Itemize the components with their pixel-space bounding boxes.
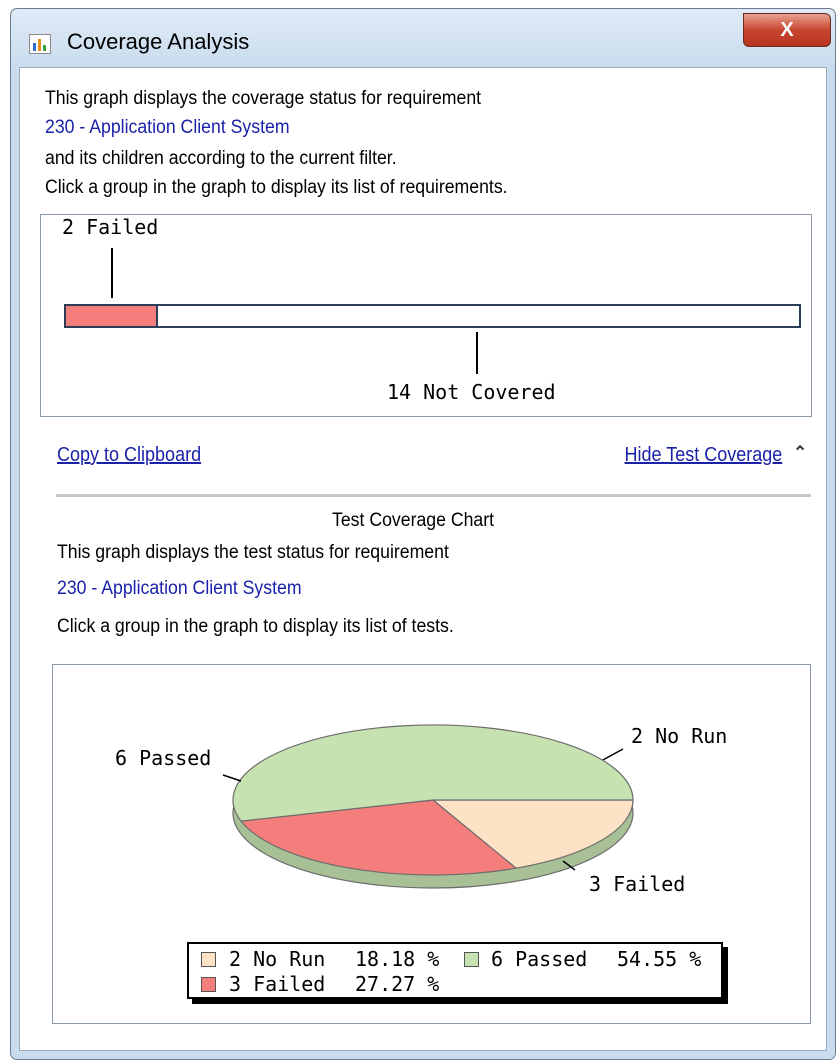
test-requirement-link[interactable]: 230 - Application Client System: [57, 578, 302, 600]
coverage-bar[interactable]: [64, 304, 801, 328]
test-chart-instruction-line: Click a group in the graph to display it…: [57, 616, 454, 637]
failed-bar-label: 2 Failed: [62, 215, 159, 239]
test-chart-heading: Test Coverage Chart: [332, 510, 495, 531]
failed-segment[interactable]: [66, 306, 158, 326]
coverage-bar-graph: 2 Failed 14 Not Covered: [40, 214, 812, 417]
pie-slice-label: 3 Failed: [589, 872, 685, 896]
chart-legend: 2 No Run 18.18 % 6 Passed 54.55 % 3 Fail…: [187, 942, 723, 999]
legend-no-run-percent: 18.18 %: [355, 947, 440, 971]
legend-failed-label: 3 Failed: [229, 972, 326, 996]
legend-no-run-label: 2 No Run: [229, 947, 326, 971]
pie-slice-label: 2 No Run: [631, 724, 727, 748]
pie-label-leader: [600, 748, 624, 762]
section-divider: [56, 494, 811, 497]
test-coverage-pie-chart: 2 No Run 3 Failed 6 Passed 2 No Run 18.18 …: [52, 664, 811, 1024]
failed-leader-line: [111, 248, 113, 298]
not-covered-bar-label: 14 Not Covered: [387, 380, 556, 404]
coverage-instruction-line: Click a group in the graph to display it…: [45, 177, 508, 198]
legend-swatch-failed: [201, 977, 216, 992]
pie-label-leader: [222, 774, 242, 782]
legend-passed-label: 6 Passed: [491, 947, 588, 971]
collapse-chevron-icon[interactable]: ⌃: [793, 443, 807, 463]
chart-icon: [29, 34, 51, 54]
requirement-link[interactable]: 230 - Application Client System: [45, 117, 290, 139]
coverage-intro-line: This graph displays the coverage status …: [45, 88, 482, 109]
legend-failed-percent: 27.27 %: [355, 972, 440, 996]
pie-slice-label: 6 Passed: [115, 746, 211, 770]
legend-swatch-no-run: [201, 952, 216, 967]
coverage-analysis-window: Coverage Analysis X This graph displays …: [10, 8, 836, 1060]
hide-test-coverage-link[interactable]: Hide Test Coverage: [624, 444, 782, 467]
close-button[interactable]: X: [743, 13, 831, 47]
window-title: Coverage Analysis: [67, 29, 250, 54]
copy-to-clipboard-link[interactable]: Copy to Clipboard: [57, 444, 201, 467]
coverage-filter-line: and its children according to the curren…: [45, 148, 397, 169]
test-chart-intro-line: This graph displays the test status for …: [57, 542, 449, 563]
not-covered-leader-line: [476, 332, 478, 374]
legend-passed-percent: 54.55 %: [617, 947, 702, 971]
client-area: This graph displays the coverage status …: [19, 67, 827, 1051]
legend-swatch-passed: [464, 952, 479, 967]
title-bar[interactable]: Coverage Analysis X: [11, 9, 835, 67]
